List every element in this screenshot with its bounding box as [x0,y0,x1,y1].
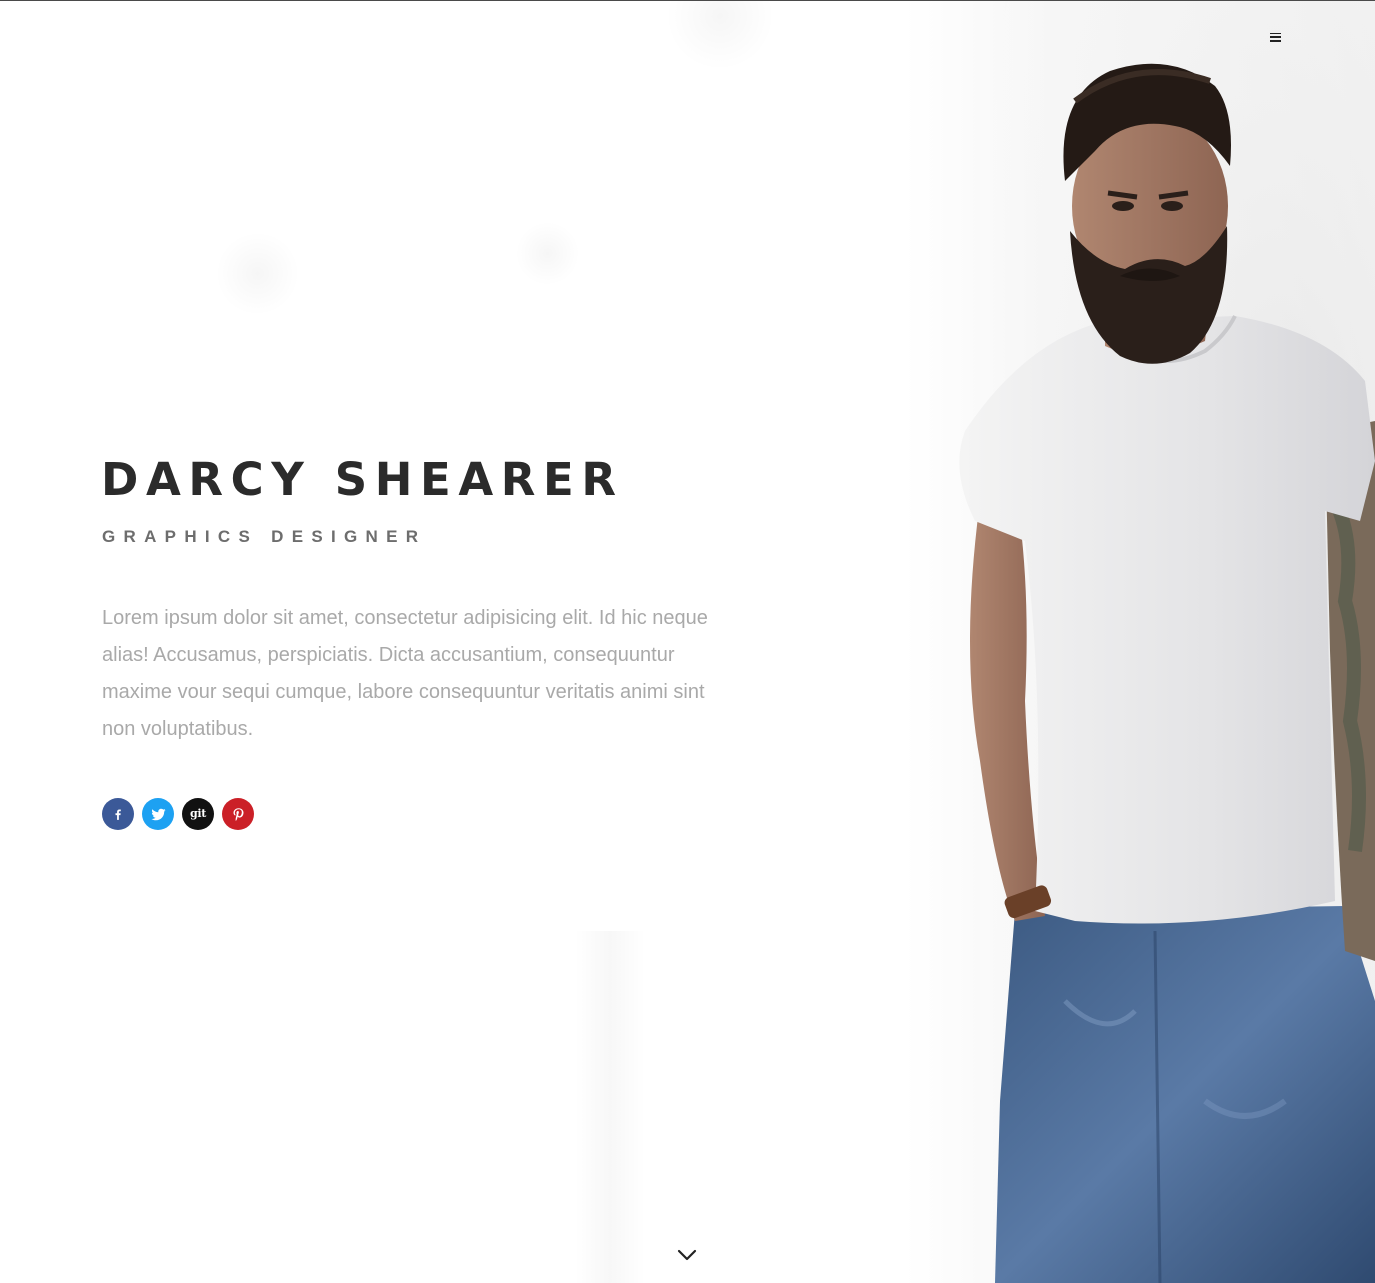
twitter-icon [150,808,166,820]
profile-bio: Lorem ipsum dolor sit amet, consectetur … [102,607,708,740]
hamburger-icon [1269,32,1281,42]
github-link[interactable]: git [182,798,214,830]
hero-section: DARCY SHEARER GRAPHICS DESIGNER Lorem ip… [0,1,1375,1283]
background-streak [575,931,645,1283]
pinterest-icon [233,807,243,821]
facebook-link[interactable] [102,798,134,830]
chevron-down-icon [677,1249,697,1261]
profile-role: GRAPHICS DESIGNER [102,527,427,546]
scroll-down-button[interactable] [676,1247,698,1263]
menu-button[interactable] [1262,27,1288,47]
background-blob [665,1,775,71]
background-blob [215,231,300,316]
profile-name: DARCY SHEARER [101,453,624,506]
twitter-link[interactable] [142,798,174,830]
github-icon: git [189,806,207,820]
pinterest-link[interactable] [222,798,254,830]
portrait-photo [905,1,1375,1283]
facebook-icon [115,809,121,820]
background-blob [515,221,580,286]
social-links: git [102,798,254,830]
